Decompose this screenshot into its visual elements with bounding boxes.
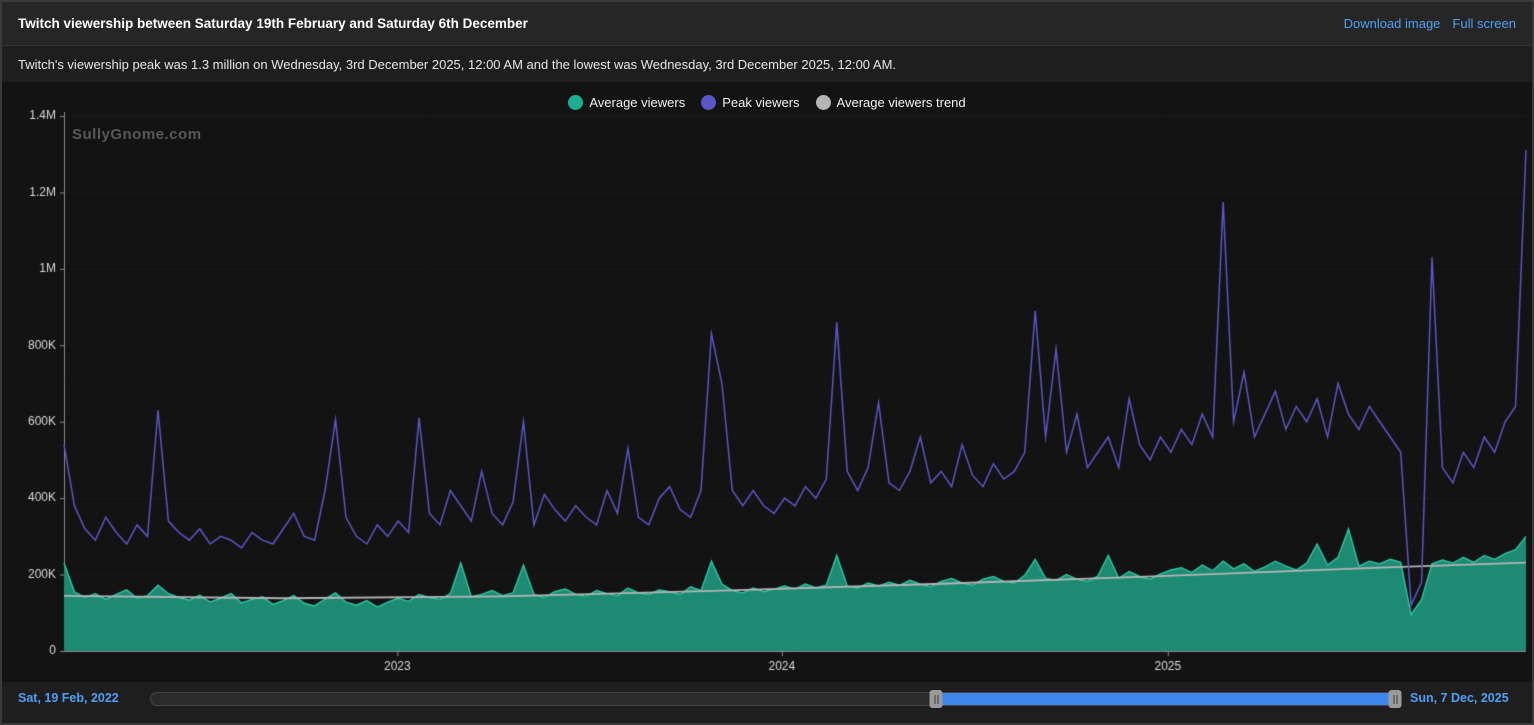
range-slider-right-handle[interactable]	[1388, 690, 1402, 708]
download-image-link[interactable]: Download image	[1344, 16, 1441, 31]
range-end-label: Sun, 7 Dec, 2025	[1410, 691, 1509, 705]
legend-item-average-viewers[interactable]: Average viewers	[568, 94, 686, 110]
range-slider-left-handle[interactable]	[929, 690, 943, 708]
full-screen-link[interactable]: Full screen	[1452, 16, 1516, 31]
legend-item-peak-viewers[interactable]: Peak viewers	[701, 94, 800, 110]
legend-item-average-viewers-trend[interactable]: Average viewers trend	[815, 94, 966, 110]
range-start-label: Sat, 19 Feb, 2022	[18, 691, 119, 705]
range-slider-track[interactable]	[150, 690, 1402, 708]
date-range-slider-row: Sat, 19 Feb, 2022 Sun, 7 Dec, 2025	[2, 682, 1532, 723]
viewership-chart-canvas[interactable]	[2, 82, 1532, 682]
header-links: Download image Full screen	[1344, 16, 1516, 31]
range-slider-selected-region[interactable]	[936, 693, 1396, 705]
chart-summary-text: Twitch's viewership peak was 1.3 million…	[18, 57, 897, 72]
chart-area: Average viewers Peak viewers Average vie…	[2, 82, 1532, 682]
app-frame: Twitch viewership between Saturday 19th …	[0, 0, 1534, 725]
chart-header: Twitch viewership between Saturday 19th …	[2, 2, 1532, 46]
chart-legend: Average viewers Peak viewers Average vie…	[2, 88, 1532, 116]
legend-label: Average viewers trend	[836, 94, 966, 110]
average-viewers-dot-icon	[568, 94, 584, 110]
legend-label: Average viewers	[589, 94, 686, 110]
average-viewers-trend-dot-icon	[815, 94, 831, 110]
peak-viewers-dot-icon	[701, 94, 717, 110]
legend-label: Peak viewers	[722, 94, 800, 110]
subtitle-band: Twitch's viewership peak was 1.3 million…	[2, 47, 1532, 82]
sullygnome-watermark: SullyGnome.com	[72, 126, 202, 143]
page-title: Twitch viewership between Saturday 19th …	[18, 16, 528, 31]
